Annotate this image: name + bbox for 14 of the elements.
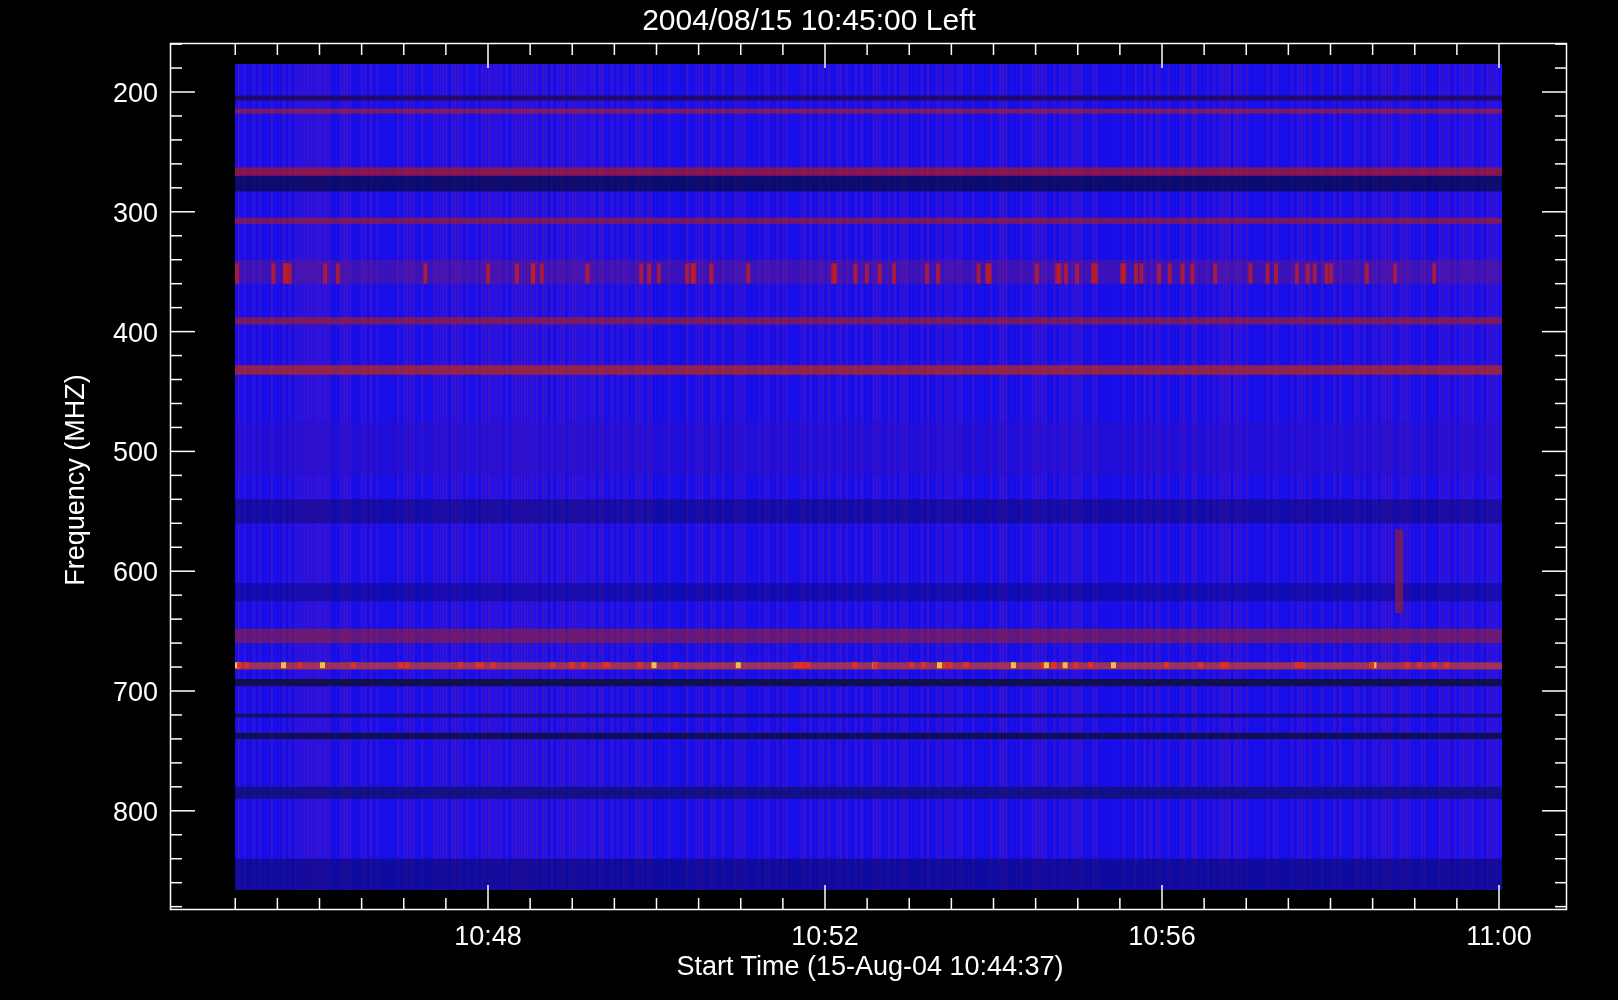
x-axis-label: Start Time (15-Aug-04 10:44:37): [676, 951, 1064, 981]
y-axis-label: Frequency (MHZ): [60, 374, 90, 586]
y-tick-label: 300: [112, 197, 158, 228]
y-tick-label: 200: [112, 78, 158, 108]
x-tick-label: 10:56: [1128, 921, 1196, 951]
x-tick-label: 10:52: [791, 921, 859, 951]
y-tick-label: 700: [112, 677, 158, 707]
x-tick-label: 11:00: [1466, 921, 1532, 951]
x-tick-label: 10:48: [454, 921, 522, 951]
y-tick-label: 500: [112, 437, 158, 468]
y-tick-label: 400: [112, 317, 158, 348]
y-tick-label: 600: [112, 557, 158, 588]
y-tick-label: 800: [112, 796, 158, 827]
plot-title: 2004/08/15 10:45:00 Left: [642, 3, 976, 36]
